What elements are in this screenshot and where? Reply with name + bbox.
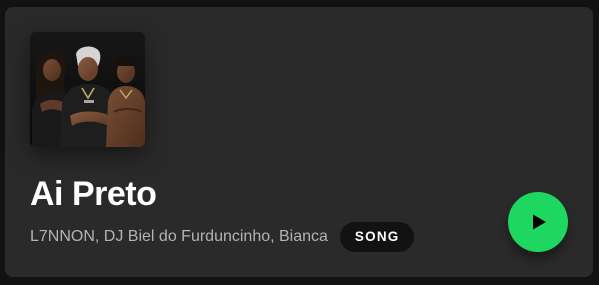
album-cover-image[interactable] xyxy=(30,32,145,147)
artist-names[interactable]: L7NNON, DJ Biel do Furduncinho, Bianca xyxy=(30,228,328,246)
play-button[interactable] xyxy=(508,192,568,252)
play-icon xyxy=(533,214,546,230)
type-badge: SONG xyxy=(339,222,415,252)
song-title[interactable]: Ai Preto xyxy=(30,171,157,217)
song-meta: L7NNON, DJ Biel do Furduncinho, Bianca S… xyxy=(30,222,415,252)
top-result-card[interactable]: Ai Preto L7NNON, DJ Biel do Furduncinho,… xyxy=(5,7,593,277)
album-cover-art xyxy=(30,32,145,147)
